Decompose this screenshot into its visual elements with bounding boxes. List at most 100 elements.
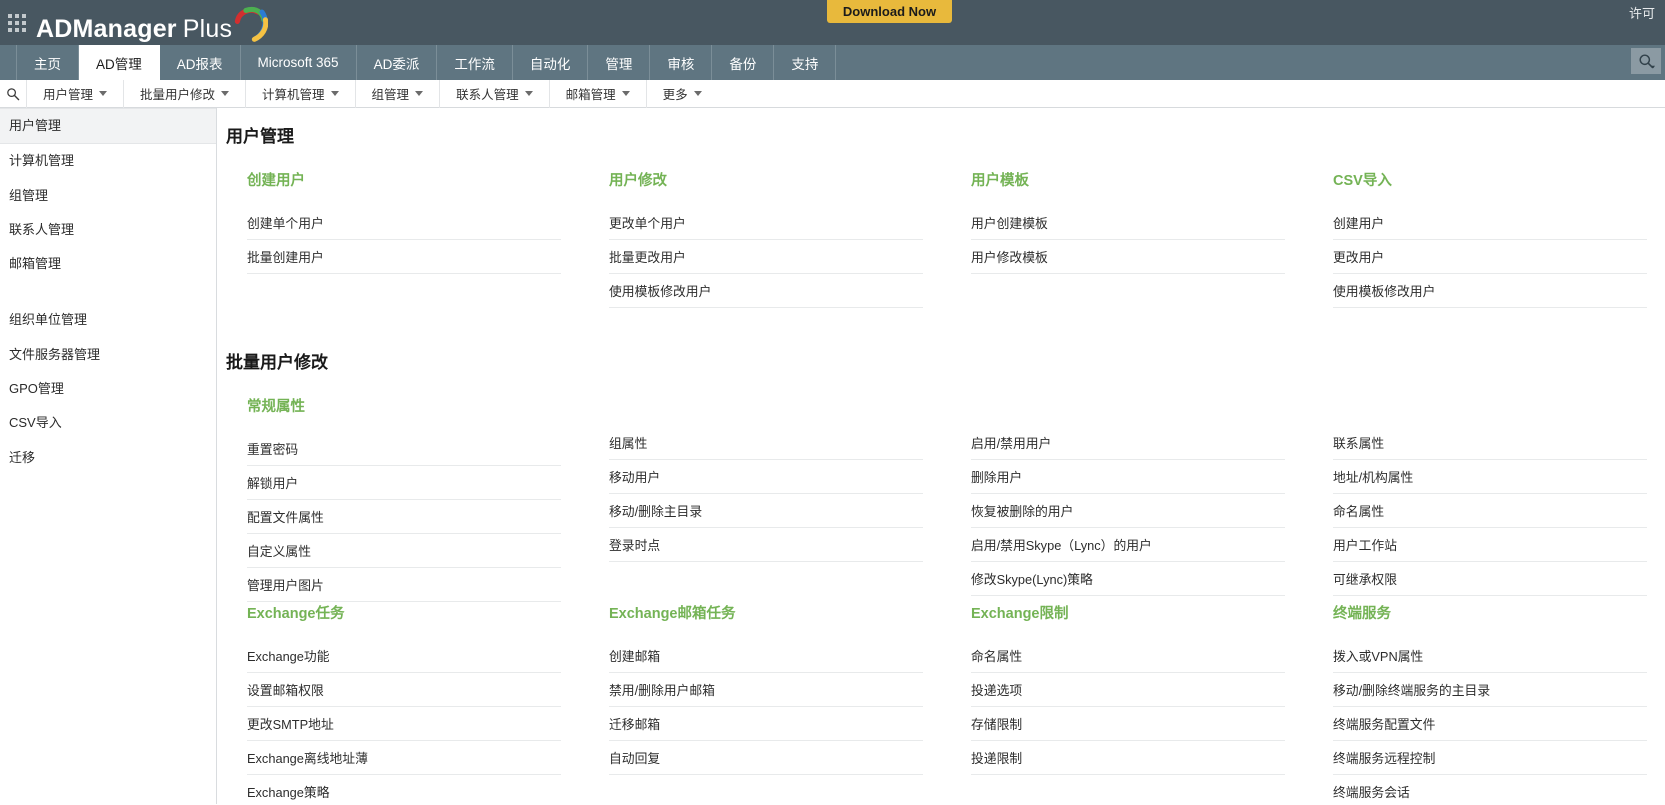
sidebar-item-b-1[interactable]: 文件服务器管理	[0, 338, 216, 372]
section1-link-3-0[interactable]: 创建用户	[1333, 206, 1647, 240]
section2r2-link-3-2[interactable]: 终端服务配置文件	[1333, 707, 1647, 741]
section2r2-link-0-4[interactable]: Exchange策略	[247, 775, 561, 804]
section2-row1-grid: 常规属性重置密码解锁用户配置文件属性自定义属性管理用户图片组属性移动用户移动/删…	[217, 395, 1665, 602]
section1-link-2-1[interactable]: 用户修改模板	[971, 240, 1285, 274]
section2r1-link-1-0[interactable]: 组属性	[609, 426, 923, 460]
section1-link-1-1[interactable]: 批量更改用户	[609, 240, 923, 274]
main-content: 用户管理 创建用户创建单个用户批量创建用户用户修改更改单个用户批量更改用户使用模…	[217, 108, 1665, 804]
sidebar-item-label: 文件服务器管理	[9, 347, 100, 362]
tab-5[interactable]: 工作流	[437, 45, 513, 80]
top-header-bar: ADManager Plus Download Now 许可	[0, 0, 1665, 45]
section2r2-link-3-1[interactable]: 移动/删除终端服务的主目录	[1333, 673, 1647, 707]
section2r2-link-0-1[interactable]: 设置邮箱权限	[247, 673, 561, 707]
tab-label: Microsoft 365	[258, 55, 339, 70]
subnav-item-label: 用户管理	[43, 84, 93, 103]
section2r1-link-0-1[interactable]: 解锁用户	[247, 466, 561, 500]
section2r1-link-2-2[interactable]: 恢复被删除的用户	[971, 494, 1285, 528]
section2r2-link-0-2[interactable]: 更改SMTP地址	[247, 707, 561, 741]
chevron-down-icon	[331, 91, 339, 96]
tab-4[interactable]: AD委派	[357, 45, 438, 80]
section2r2-link-1-1[interactable]: 禁用/删除用户邮箱	[609, 673, 923, 707]
sidebar-item-a-1[interactable]: 计算机管理	[0, 144, 216, 178]
subnav-item-5[interactable]: 邮箱管理	[549, 80, 646, 108]
section2r2-group-title-2: Exchange限制	[971, 602, 1285, 623]
sidebar-item-b-4[interactable]: 迁移	[0, 441, 216, 475]
section1-link-3-1[interactable]: 更改用户	[1333, 240, 1647, 274]
grid-dot	[8, 21, 12, 25]
tab-1[interactable]: AD管理	[79, 45, 160, 80]
section2r1-link-0-0[interactable]: 重置密码	[247, 432, 561, 466]
section1-link-1-0[interactable]: 更改单个用户	[609, 206, 923, 240]
tab-6[interactable]: 自动化	[513, 45, 589, 80]
section2r1-link-0-2[interactable]: 配置文件属性	[247, 500, 561, 534]
subnav-item-4[interactable]: 联系人管理	[439, 80, 549, 108]
global-search-toggle[interactable]	[1631, 48, 1661, 74]
section2r2-link-3-4[interactable]: 终端服务会话	[1333, 775, 1647, 804]
tab-10[interactable]: 支持	[774, 45, 836, 80]
license-link[interactable]: 许可	[1629, 3, 1655, 22]
subnav-item-label: 批量用户修改	[140, 84, 215, 103]
section2r2-link-2-2[interactable]: 存储限制	[971, 707, 1285, 741]
primary-tab-bar: 主页AD管理AD报表 Microsoft 365 AD委派工作流自动化管理审核备份 支…	[0, 45, 1665, 80]
section2r2-link-3-3[interactable]: 终端服务远程控制	[1333, 741, 1647, 775]
subnav-item-0[interactable]: 用户管理	[26, 80, 123, 108]
secondary-nav-bar: 用户管理 批量用户修改 计算机管理组管理联系人管理邮箱管理更多	[0, 80, 1665, 108]
tab-label: 支持	[791, 53, 818, 73]
sidebar-item-b-2[interactable]: GPO管理	[0, 372, 216, 406]
sidebar-item-a-4[interactable]: 邮箱管理	[0, 247, 216, 281]
tab-0[interactable]: 主页	[16, 45, 79, 80]
section2r1-link-1-2[interactable]: 移动/删除主目录	[609, 494, 923, 528]
section2r1-link-2-4[interactable]: 修改Skype(Lync)策略	[971, 562, 1285, 596]
section1-link-2-0[interactable]: 用户创建模板	[971, 206, 1285, 240]
chevron-down-icon	[99, 91, 107, 96]
tab-8[interactable]: 审核	[650, 45, 712, 80]
sidebar-item-b-0[interactable]: 组织单位管理	[0, 303, 216, 337]
sidebar-item-b-3[interactable]: CSV导入	[0, 406, 216, 440]
section1-link-1-2[interactable]: 使用模板修改用户	[609, 274, 923, 308]
tab-9[interactable]: 备份	[712, 45, 774, 80]
section2r1-link-0-4[interactable]: 管理用户图片	[247, 568, 561, 602]
subnav-item-2[interactable]: 计算机管理	[245, 80, 355, 108]
section2r2-link-2-3[interactable]: 投递限制	[971, 741, 1285, 775]
tab-label: 备份	[729, 53, 756, 73]
chevron-down-icon	[415, 91, 423, 96]
section1-group-title-0: 创建用户	[247, 169, 561, 190]
section2r1-link-0-3[interactable]: 自定义属性	[247, 534, 561, 568]
sidebar-item-a-2[interactable]: 组管理	[0, 179, 216, 213]
grid-apps-icon[interactable]	[8, 14, 26, 32]
subnav-item-1[interactable]: 批量用户修改	[123, 80, 245, 108]
product-logo[interactable]: ADManager Plus	[36, 1, 268, 44]
download-now-button[interactable]: Download Now	[827, 0, 952, 23]
tab-7[interactable]: 管理	[588, 45, 650, 80]
sidebar-item-a-3[interactable]: 联系人管理	[0, 213, 216, 247]
section1-link-0-0[interactable]: 创建单个用户	[247, 206, 561, 240]
section2r1-link-3-4[interactable]: 可继承权限	[1333, 562, 1647, 596]
section2r2-link-1-3[interactable]: 自动回复	[609, 741, 923, 775]
section2r1-link-3-0[interactable]: 联系属性	[1333, 426, 1647, 460]
tab-2[interactable]: AD报表	[160, 45, 241, 80]
subnav-item-6[interactable]: 更多	[646, 80, 718, 108]
section2r1-link-1-3[interactable]: 登录时点	[609, 528, 923, 562]
section2r2-link-0-3[interactable]: Exchange离线地址薄	[247, 741, 561, 775]
section1-link-0-1[interactable]: 批量创建用户	[247, 240, 561, 274]
section2r1-link-2-0[interactable]: 启用/禁用用户	[971, 426, 1285, 460]
section2r1-link-3-3[interactable]: 用户工作站	[1333, 528, 1647, 562]
section2r1-link-2-1[interactable]: 删除用户	[971, 460, 1285, 494]
sidebar-item-a-0[interactable]: 用户管理	[0, 108, 216, 144]
section2r2-link-0-0[interactable]: Exchange功能	[247, 639, 561, 673]
section2r1-link-3-2[interactable]: 命名属性	[1333, 494, 1647, 528]
section2r2-link-2-0[interactable]: 命名属性	[971, 639, 1285, 673]
section2r1-link-2-3[interactable]: 启用/禁用Skype（Lync）的用户	[971, 528, 1285, 562]
section2r2-link-1-2[interactable]: 迁移邮箱	[609, 707, 923, 741]
section2r2-link-3-0[interactable]: 拨入或VPN属性	[1333, 639, 1647, 673]
sidebar-item-label: 组织单位管理	[9, 312, 87, 327]
subnav-item-3[interactable]: 组管理	[355, 80, 440, 108]
section1-link-3-2[interactable]: 使用模板修改用户	[1333, 274, 1647, 308]
section2r1-link-1-1[interactable]: 移动用户	[609, 460, 923, 494]
subnav-search-button[interactable]	[0, 87, 26, 101]
section2r1-link-3-1[interactable]: 地址/机构属性	[1333, 460, 1647, 494]
tab-3[interactable]: Microsoft 365	[241, 45, 357, 80]
section2r2-link-2-1[interactable]: 投递选项	[971, 673, 1285, 707]
brand-ad: AD	[36, 15, 73, 44]
section2r2-link-1-0[interactable]: 创建邮箱	[609, 639, 923, 673]
